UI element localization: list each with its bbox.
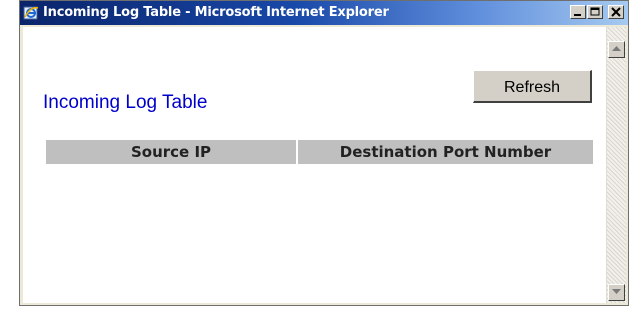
vertical-scrollbar[interactable] [606, 27, 626, 303]
internet-explorer-icon [23, 5, 39, 21]
incoming-log-table: Source IP Destination Port Number [46, 140, 593, 164]
close-button[interactable] [608, 5, 624, 19]
refresh-button[interactable]: Refresh [473, 70, 592, 103]
page-title: Incoming Log Table [43, 92, 208, 113]
column-header-source-ip: Source IP [46, 140, 296, 164]
maximize-button[interactable] [587, 5, 603, 19]
title-bar[interactable]: Incoming Log Table - Microsoft Internet … [20, 1, 628, 25]
minimize-button[interactable] [570, 5, 586, 19]
browser-window: Incoming Log Table - Microsoft Internet … [19, 0, 629, 306]
scroll-down-button[interactable] [608, 284, 625, 301]
window-title: Incoming Log Table - Microsoft Internet … [43, 5, 389, 20]
column-header-destination-port: Destination Port Number [298, 140, 593, 164]
page-content: Incoming Log Table Refresh Source IP Des… [23, 27, 606, 303]
scroll-up-button[interactable] [608, 41, 625, 58]
